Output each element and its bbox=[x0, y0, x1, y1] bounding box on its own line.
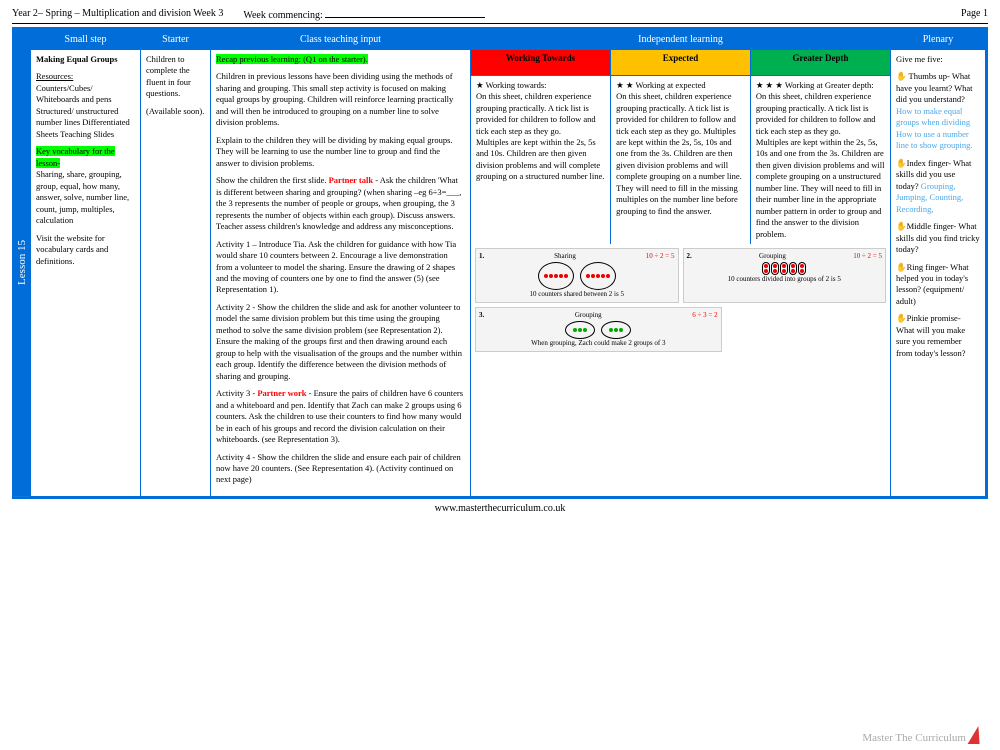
cell-starter: Children to complete the fluent in four … bbox=[141, 50, 211, 497]
plenary-l3: ✋Middle finger- What skills did you find… bbox=[896, 221, 980, 255]
kv-text: Sharing, share, grouping, group, equal, … bbox=[36, 169, 129, 225]
week-blank bbox=[325, 8, 485, 18]
partner-talk: Partner talk bbox=[329, 175, 373, 185]
cell-gd: ★ ★ ★ Working at Greater depth: On this … bbox=[750, 76, 890, 245]
activity-4: Activity 4 - Show the children the slide… bbox=[216, 452, 465, 486]
teach-p2: Explain to the children they will be div… bbox=[216, 135, 465, 169]
cell-wt: ★ Working towards: On this sheet, childr… bbox=[471, 76, 611, 245]
lesson-table: Small step Starter Class teaching input … bbox=[30, 29, 986, 497]
rep-2: 2.Grouping10 ÷ 2 = 5 10 counters divided… bbox=[683, 248, 887, 303]
subhead-ex: Expected bbox=[611, 50, 751, 76]
th-independent: Independent learning bbox=[471, 30, 891, 50]
lesson-tab: Lesson 15 bbox=[14, 29, 30, 497]
partner-work: Partner work bbox=[257, 388, 306, 398]
representations: 1.Sharing10 ÷ 2 = 5 10 counters shared b… bbox=[475, 246, 886, 305]
th-starter: Starter bbox=[141, 30, 211, 50]
th-plenary: Plenary bbox=[891, 30, 986, 50]
lesson-frame: Lesson 15 Small step Starter Class teach… bbox=[12, 27, 988, 499]
th-smallstep: Small step bbox=[31, 30, 141, 50]
resources-label: Resources: bbox=[36, 71, 73, 81]
plenary-blue1: How to make equal groups when dividing H… bbox=[896, 106, 973, 150]
starter-p1: Children to complete the fluent in four … bbox=[146, 54, 205, 100]
footer-url: www.masterthecurriculum.co.uk bbox=[12, 499, 988, 514]
activity-1: Activity 1 – Introduce Tia. Ask the chil… bbox=[216, 239, 465, 296]
cell-smallstep: Making Equal Groups Resources: Counters/C… bbox=[31, 50, 141, 497]
subhead-wt: Working Towards bbox=[471, 50, 611, 76]
cell-plenary: Give me five: ✋ Thumbs up- What have you… bbox=[891, 50, 986, 497]
th-teaching: Class teaching input bbox=[211, 30, 471, 50]
plenary-title: Give me five: bbox=[896, 54, 980, 65]
lesson-title: Making Equal Groups bbox=[36, 54, 135, 65]
recap: Recap previous learning: (Q1 on the star… bbox=[216, 54, 368, 64]
feather-icon bbox=[968, 726, 985, 744]
starter-p2: (Available soon). bbox=[146, 106, 205, 117]
visit-text: Visit the website for vocabulary cards a… bbox=[36, 233, 135, 267]
subhead-gd: Greater Depth bbox=[751, 50, 891, 76]
resources-text: Counters/Cubes/ Whiteboards and pens Str… bbox=[36, 83, 130, 139]
page-header: Year 2– Spring – Multiplication and divi… bbox=[12, 8, 988, 24]
doc-title: Year 2– Spring – Multiplication and divi… bbox=[12, 8, 223, 21]
plenary-l5: ✋Pinkie promise- What will you make sure… bbox=[896, 313, 980, 359]
kv-label: Key vocabulary for the lesson- bbox=[36, 146, 115, 167]
brand-mark: Master The Curriculum bbox=[862, 726, 982, 744]
cell-teaching: Recap previous learning: (Q1 on the star… bbox=[211, 50, 471, 497]
activity-2: Activity 2 - Show the children the slide… bbox=[216, 302, 465, 382]
rep-1: 1.Sharing10 ÷ 2 = 5 10 counters shared b… bbox=[475, 248, 679, 303]
teach-p1: Children in previous lessons have been d… bbox=[216, 71, 465, 128]
cell-ex: ★ ★ Working at expected On this sheet, c… bbox=[611, 76, 751, 245]
page-number: Page 1 bbox=[961, 8, 988, 21]
plenary-l4: ✋Ring finger- What helped you in today's… bbox=[896, 262, 980, 308]
rep-3: 3.Grouping6 ÷ 3 = 2 When grouping, Zach … bbox=[475, 307, 722, 352]
week-label: Week commencing: bbox=[243, 10, 322, 21]
